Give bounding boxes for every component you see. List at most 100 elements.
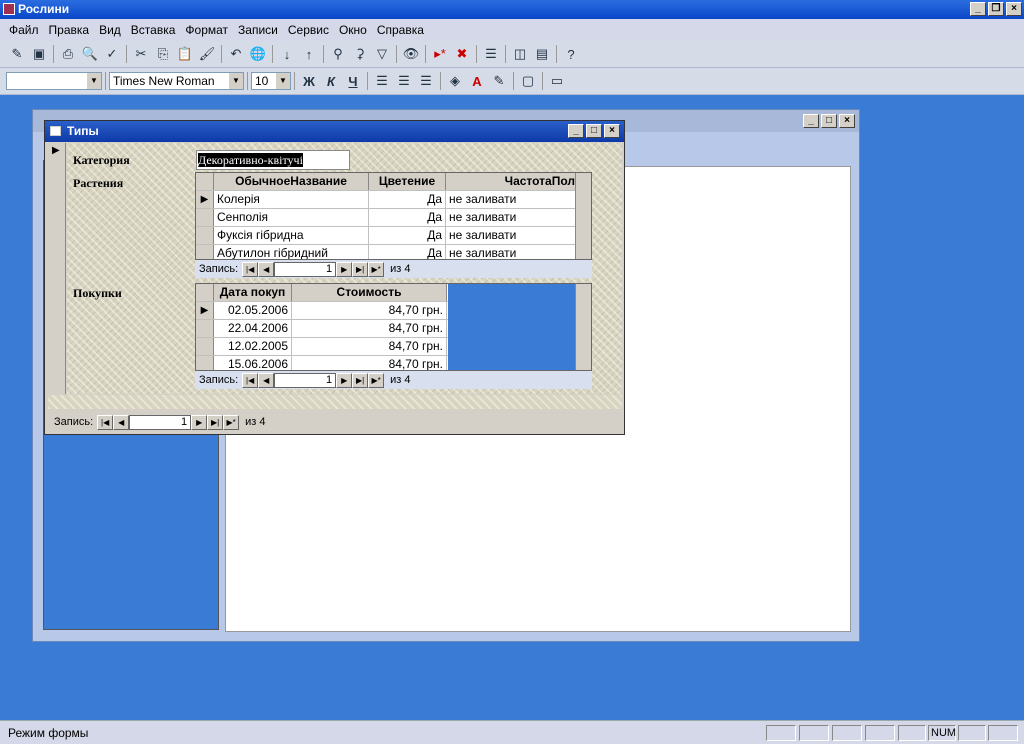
table-row[interactable]: Сенполія Да не заливати <box>196 209 591 227</box>
cell-bloom[interactable]: Да <box>369 209 446 226</box>
record-number-input[interactable]: 1 <box>129 414 192 430</box>
sort-desc-icon[interactable]: ↑ <box>298 43 320 65</box>
cell-name[interactable]: Колерія <box>214 191 369 208</box>
purchases-scrollbar[interactable] <box>575 284 591 370</box>
filter-form-icon[interactable]: ⚳ <box>349 43 371 65</box>
database-window-icon[interactable]: ◫ <box>509 43 531 65</box>
bg-minimize-button[interactable]: _ <box>803 114 819 128</box>
new-record-button[interactable]: ▶* <box>223 414 240 430</box>
category-field[interactable]: Декоративно-квітучі <box>196 150 350 170</box>
table-row[interactable]: Абутилон гібридний Да не заливати <box>196 245 591 259</box>
first-record-button[interactable]: |◀ <box>97 414 114 430</box>
first-record-button[interactable]: |◀ <box>242 372 259 388</box>
prev-record-button[interactable]: ◀ <box>113 414 130 430</box>
style-select[interactable]: ▼ <box>6 72 102 90</box>
minimize-button[interactable]: _ <box>970 2 986 16</box>
table-row[interactable]: 12.02.2005 84,70 грн. <box>196 338 448 356</box>
menu-format[interactable]: Формат <box>180 23 233 37</box>
cell-name[interactable]: Абутилон гібридний <box>214 245 369 259</box>
new-record-button[interactable]: ▶* <box>368 372 385 388</box>
record-number-input[interactable]: 1 <box>274 261 337 277</box>
align-center-icon[interactable]: ☰ <box>393 70 415 92</box>
menu-window[interactable]: Окно <box>334 23 372 37</box>
menu-insert[interactable]: Вставка <box>126 23 181 37</box>
new-record-button[interactable]: ▶* <box>368 261 385 277</box>
cell-cost[interactable]: 84,70 грн. <box>292 302 447 319</box>
line-color-icon[interactable]: ✎ <box>488 70 510 92</box>
view-icon[interactable]: ✎ <box>6 43 28 65</box>
next-record-button[interactable]: ▶ <box>191 414 208 430</box>
prev-record-button[interactable]: ◀ <box>258 372 275 388</box>
cell-name[interactable]: Фуксія гібридна <box>214 227 369 244</box>
cell-date[interactable]: 22.04.2006 <box>214 320 292 337</box>
underline-button[interactable]: Ч <box>342 70 364 92</box>
plants-scrollbar[interactable] <box>575 173 591 259</box>
table-row[interactable]: ▶ 02.05.2006 84,70 грн. <box>196 302 448 320</box>
form-minimize-button[interactable]: _ <box>568 124 584 138</box>
menu-tools[interactable]: Сервис <box>283 23 334 37</box>
cell-bloom[interactable]: Да <box>369 245 446 259</box>
cell-name[interactable]: Сенполія <box>214 209 369 226</box>
col-bloom[interactable]: Цветение <box>369 173 446 190</box>
cell-cost[interactable]: 84,70 грн. <box>292 356 447 370</box>
restore-button[interactable]: ❐ <box>988 2 1004 16</box>
col-frequency[interactable]: ЧастотаПол <box>446 173 576 190</box>
col-purchase-date[interactable]: Дата покуп <box>214 284 292 301</box>
menu-edit[interactable]: Правка <box>44 23 95 37</box>
table-row[interactable]: ▶ Колерія Да не заливати <box>196 191 591 209</box>
font-color-icon[interactable]: A <box>466 70 488 92</box>
bg-close-button[interactable]: × <box>839 114 855 128</box>
record-number-input[interactable]: 1 <box>274 372 337 388</box>
copy-icon[interactable]: ⎘ <box>152 43 174 65</box>
italic-button[interactable]: К <box>320 70 342 92</box>
undo-icon[interactable]: ↶ <box>225 43 247 65</box>
hyperlink-icon[interactable]: 🌐 <box>247 43 269 65</box>
table-row[interactable]: Фуксія гібридна Да не заливати <box>196 227 591 245</box>
cell-date[interactable]: 15.06.2006 <box>214 356 292 370</box>
cell-freq[interactable]: не заливати <box>446 227 576 244</box>
fill-color-icon[interactable]: ◈ <box>444 70 466 92</box>
table-row[interactable]: 22.04.2006 84,70 грн. <box>196 320 448 338</box>
sort-asc-icon[interactable]: ↓ <box>276 43 298 65</box>
print-icon[interactable]: ⎙ <box>57 43 79 65</box>
font-select[interactable]: Times New Roman ▼ <box>109 72 244 90</box>
first-record-button[interactable]: |◀ <box>242 261 259 277</box>
align-right-icon[interactable]: ☰ <box>415 70 437 92</box>
delete-record-icon[interactable]: ✖ <box>451 43 473 65</box>
cut-icon[interactable]: ✂ <box>130 43 152 65</box>
apply-filter-icon[interactable]: ▽ <box>371 43 393 65</box>
menu-view[interactable]: Вид <box>94 23 126 37</box>
bg-maximize-button[interactable]: □ <box>821 114 837 128</box>
close-button[interactable]: × <box>1006 2 1022 16</box>
cell-bloom[interactable]: Да <box>369 227 446 244</box>
next-record-button[interactable]: ▶ <box>336 372 353 388</box>
col-common-name[interactable]: ОбычноеНазвание <box>214 173 369 190</box>
border-icon[interactable]: ▢ <box>517 70 539 92</box>
save-icon[interactable]: ▣ <box>28 43 50 65</box>
cell-freq[interactable]: не заливати <box>446 209 576 226</box>
last-record-button[interactable]: ▶| <box>352 372 369 388</box>
cell-freq[interactable]: не заливати <box>446 245 576 259</box>
filter-selection-icon[interactable]: ⚲ <box>327 43 349 65</box>
new-record-icon[interactable]: ▸* <box>429 43 451 65</box>
bold-button[interactable]: Ж <box>298 70 320 92</box>
find-icon[interactable]: 👁 <box>400 43 422 65</box>
form-maximize-button[interactable]: □ <box>586 124 602 138</box>
next-record-button[interactable]: ▶ <box>336 261 353 277</box>
format-painter-icon[interactable]: 🖌 <box>196 43 218 65</box>
record-selector[interactable]: ▶ <box>48 143 66 394</box>
menu-file[interactable]: Файл <box>4 23 44 37</box>
last-record-button[interactable]: ▶| <box>207 414 224 430</box>
form-close-button[interactable]: × <box>604 124 620 138</box>
paste-icon[interactable]: 📋 <box>174 43 196 65</box>
font-size-select[interactable]: 10 ▼ <box>251 72 291 90</box>
cell-cost[interactable]: 84,70 грн. <box>292 338 447 355</box>
line-width-icon[interactable]: ▭ <box>546 70 568 92</box>
cell-freq[interactable]: не заливати <box>446 191 576 208</box>
cell-date[interactable]: 02.05.2006 <box>214 302 292 319</box>
new-object-icon[interactable]: ▤ <box>531 43 553 65</box>
properties-icon[interactable]: ☰ <box>480 43 502 65</box>
help-icon[interactable]: ? <box>560 43 582 65</box>
cell-cost[interactable]: 84,70 грн. <box>292 320 447 337</box>
last-record-button[interactable]: ▶| <box>352 261 369 277</box>
